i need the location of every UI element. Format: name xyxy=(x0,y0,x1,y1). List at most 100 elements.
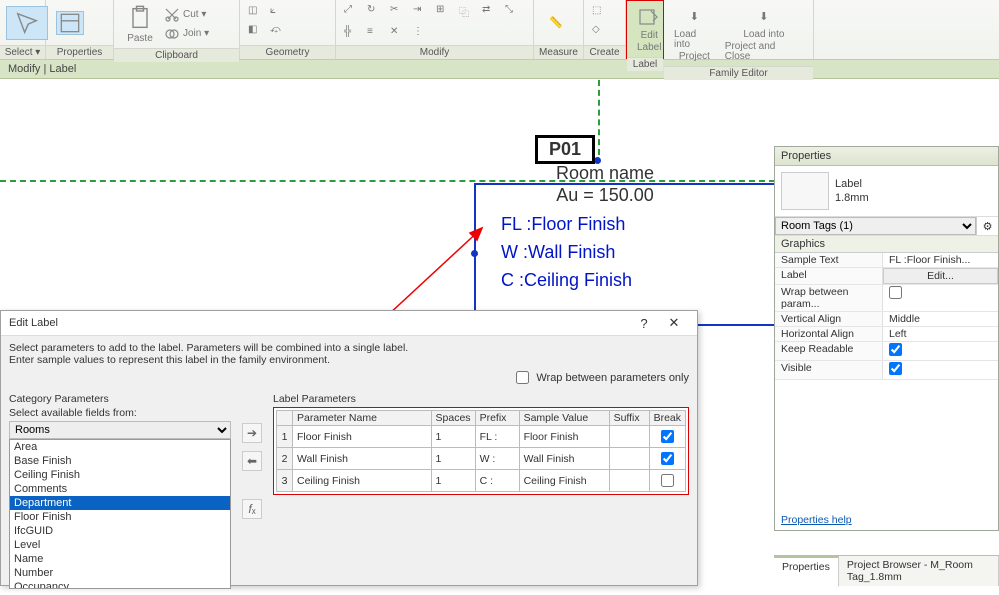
break-checkbox[interactable] xyxy=(661,452,674,465)
col-spaces[interactable]: Spaces xyxy=(431,411,475,426)
geom-tool-3[interactable]: ⟀ xyxy=(268,4,288,22)
graphics-group[interactable]: Graphics xyxy=(775,236,998,253)
prop-checkbox[interactable] xyxy=(889,286,902,299)
geom-tool-4[interactable]: ⤽ xyxy=(268,23,288,41)
mod-10[interactable]: ≡ xyxy=(365,25,385,43)
fx-button[interactable]: fₓ xyxy=(242,499,262,519)
dialog-help[interactable]: ? xyxy=(629,316,659,331)
prop-checkbox[interactable] xyxy=(889,343,902,356)
param-table-highlight: Parameter Name Spaces Prefix Sample Valu… xyxy=(273,407,689,495)
paste-button[interactable]: Paste xyxy=(120,2,160,46)
col-break[interactable]: Break xyxy=(649,411,685,426)
field-item[interactable]: Occupancy xyxy=(10,580,230,589)
remove-param-button[interactable]: ⬅ xyxy=(242,451,262,471)
mod-7[interactable]: ⇄ xyxy=(480,3,500,21)
join-button[interactable]: Join ▾ xyxy=(162,25,211,43)
edit-type-button[interactable]: ⚙ xyxy=(976,217,998,235)
type-thumbnail xyxy=(781,172,829,210)
property-row: LabelEdit... xyxy=(775,268,998,285)
type-name: Label xyxy=(835,177,869,191)
field-item[interactable]: Ceiling Finish xyxy=(10,468,230,482)
col-sample[interactable]: Sample Value xyxy=(519,411,609,426)
load-close-button[interactable]: ⬇Load intoProject and Close xyxy=(721,2,807,64)
panel-clipboard: Clipboard xyxy=(114,48,239,62)
property-row: Horizontal AlignLeft xyxy=(775,327,998,342)
col-param-name[interactable]: Parameter Name xyxy=(293,411,432,426)
property-row: Sample TextFL :Floor Finish... xyxy=(775,253,998,268)
mod-3[interactable]: ✂ xyxy=(388,3,408,21)
panel-select[interactable]: Select ▾ xyxy=(0,45,45,59)
col-prefix[interactable]: Prefix xyxy=(475,411,519,426)
mod-12[interactable]: ⋮ xyxy=(411,25,431,43)
field-item[interactable]: Level xyxy=(10,538,230,552)
field-item[interactable]: Floor Finish xyxy=(10,510,230,524)
prop-value[interactable]: FL :Floor Finish... xyxy=(883,253,998,267)
field-item[interactable]: Area xyxy=(10,440,230,454)
category-combo[interactable]: Rooms xyxy=(9,421,231,439)
sel-fields-label: Select available fields from: xyxy=(9,407,231,419)
prop-edit-button[interactable]: Edit... xyxy=(883,268,998,284)
geom-tool-1[interactable]: ◫ xyxy=(246,4,266,22)
field-item[interactable]: IfcGUID xyxy=(10,524,230,538)
panel-properties: Properties xyxy=(46,45,113,59)
prop-value[interactable]: Middle xyxy=(883,312,998,326)
prop-value[interactable]: Left xyxy=(883,327,998,341)
break-checkbox[interactable] xyxy=(661,430,674,443)
modify-tool[interactable] xyxy=(6,6,48,40)
label-params-table[interactable]: Parameter Name Spaces Prefix Sample Valu… xyxy=(276,410,686,492)
fields-listbox[interactable]: AreaBase FinishCeiling FinishCommentsDep… xyxy=(9,439,231,589)
create-2[interactable]: ◇ xyxy=(590,23,610,41)
table-row[interactable]: 1Floor Finish1FL :Floor Finish xyxy=(277,426,686,448)
tab-properties[interactable]: Properties xyxy=(774,556,839,587)
mod-6[interactable]: ⿻ xyxy=(457,3,477,21)
table-row[interactable]: 3Ceiling Finish1C :Ceiling Finish xyxy=(277,470,686,492)
prop-key: Label xyxy=(775,268,883,284)
dialog-title: Edit Label xyxy=(9,317,629,329)
prop-key: Horizontal Align xyxy=(775,327,883,341)
add-param-button[interactable]: ➔ xyxy=(242,423,262,443)
field-item[interactable]: Department xyxy=(10,496,230,510)
dialog-close[interactable]: ✕ xyxy=(659,315,689,331)
tag-area: Au = 150.00 xyxy=(495,185,715,206)
load-project-button[interactable]: ⬇Load intoProject xyxy=(670,2,719,64)
prop-checkbox[interactable] xyxy=(889,362,902,375)
field-item[interactable]: Number xyxy=(10,566,230,580)
prop-key: Keep Readable xyxy=(775,342,883,360)
mod-2[interactable]: ↻ xyxy=(365,3,385,21)
wrap-checkbox[interactable] xyxy=(516,371,529,384)
properties-button[interactable] xyxy=(52,9,88,37)
col-suffix[interactable]: Suffix xyxy=(609,411,649,426)
cut-button[interactable]: Cut ▾ xyxy=(162,6,211,24)
mod-8[interactable]: ⤡ xyxy=(503,3,523,21)
geom-tool-2[interactable]: ◧ xyxy=(246,23,266,41)
property-row: Wrap between param... xyxy=(775,285,998,312)
ribbon: Select ▾ Properties Paste Cut ▾ Join ▾ C… xyxy=(0,0,999,60)
panel-geometry: Geometry xyxy=(240,45,335,59)
edit-label-button[interactable]: EditLabel xyxy=(633,3,665,55)
tab-project-browser[interactable]: Project Browser - M_Room Tag_1.8mm xyxy=(839,556,999,586)
measure-button[interactable]: 📏 xyxy=(540,9,572,37)
label-params-label: Label Parameters xyxy=(273,393,689,405)
cat-params-label: Category Parameters xyxy=(9,393,231,405)
mod-11[interactable]: ✕ xyxy=(388,25,408,43)
field-item[interactable]: Base Finish xyxy=(10,454,230,468)
mod-9[interactable]: ╬ xyxy=(342,25,362,43)
mod-5[interactable]: ⊞ xyxy=(434,3,454,21)
prop-key: Vertical Align xyxy=(775,312,883,326)
properties-help-link[interactable]: Properties help xyxy=(775,510,998,530)
prop-key: Wrap between param... xyxy=(775,285,883,311)
mod-1[interactable]: ⤢ xyxy=(342,3,362,21)
table-row[interactable]: 2Wall Finish1W :Wall Finish xyxy=(277,448,686,470)
break-checkbox[interactable] xyxy=(661,474,674,487)
field-item[interactable]: Name xyxy=(10,552,230,566)
properties-panel: Properties Label1.8mm Room Tags (1) ⚙ Gr… xyxy=(774,146,999,531)
type-size: 1.8mm xyxy=(835,191,869,205)
shape-handle-left[interactable] xyxy=(471,250,478,257)
mod-4[interactable]: ⇥ xyxy=(411,3,431,21)
field-item[interactable]: Comments xyxy=(10,482,230,496)
ref-plane-vertical xyxy=(598,80,600,155)
type-selector[interactable]: Room Tags (1) xyxy=(775,217,976,235)
panel-family-editor: Family Editor xyxy=(664,66,813,80)
panel-create: Create xyxy=(584,45,625,59)
create-1[interactable]: ⬚ xyxy=(590,4,610,22)
